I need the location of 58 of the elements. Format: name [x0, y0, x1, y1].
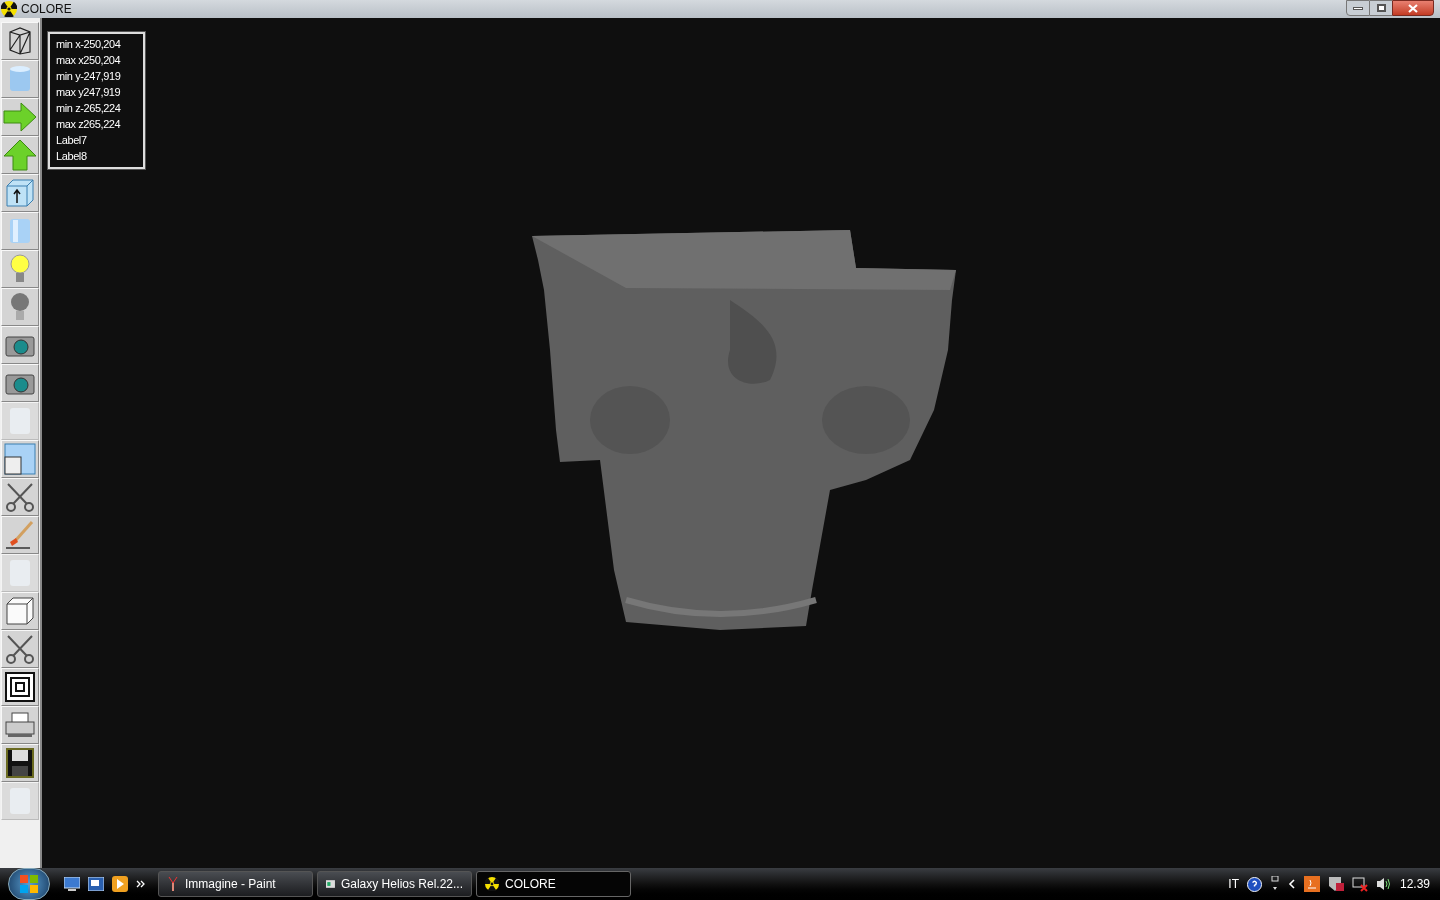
- chevron-left-icon[interactable]: [1287, 879, 1296, 889]
- network-error-icon[interactable]: [1351, 876, 1368, 892]
- window-resize-icon: [4, 443, 36, 475]
- toolbar-button[interactable]: [1, 326, 39, 364]
- cube-arrow-icon: [5, 178, 35, 208]
- camera-icon: [5, 333, 35, 357]
- lightbulb-icon: [9, 254, 31, 284]
- coordinate-label: min z-265,224: [56, 101, 122, 116]
- toolbar-button[interactable]: [1, 630, 39, 668]
- toolbar-button[interactable]: [1, 668, 39, 706]
- paintbrush-icon: [4, 520, 36, 550]
- taskbar-button[interactable]: Galaxy Helios Rel.22...: [317, 871, 472, 897]
- coordinate-label: Label8: [56, 149, 88, 164]
- window-icon: [326, 878, 335, 890]
- close-button[interactable]: [1392, 0, 1434, 16]
- cylinder-icon: [7, 216, 33, 246]
- camera-icon: [5, 371, 35, 395]
- window-title: COLORE: [21, 3, 72, 15]
- coordinate-label: max x250,204: [56, 53, 122, 68]
- nested-squares-icon: [5, 672, 35, 702]
- taskbar-button[interactable]: Immagine - Paint: [158, 871, 313, 897]
- scissors-icon: [5, 634, 35, 664]
- coordinate-label: max z265,224: [56, 117, 122, 132]
- taskbar-button[interactable]: COLORE: [476, 871, 631, 897]
- toolbar-button[interactable]: [1, 744, 39, 782]
- wireframe-cube-icon: [6, 26, 34, 56]
- radiation-icon: [1, 1, 17, 17]
- minimize-button[interactable]: [1346, 0, 1370, 16]
- toolbar-button[interactable]: [1, 22, 39, 60]
- radiation-icon: [485, 877, 499, 891]
- printer-icon: [5, 712, 35, 738]
- start-button[interactable]: [8, 868, 50, 900]
- right-arrow-icon: [3, 102, 37, 132]
- toolbar-button[interactable]: [1, 478, 39, 516]
- toolbar-button[interactable]: [1, 364, 39, 402]
- cube-icon: [5, 596, 35, 626]
- up-arrow-icon: [3, 139, 37, 171]
- lightbulb-icon: [9, 292, 31, 322]
- language-indicator[interactable]: IT: [1228, 875, 1239, 893]
- coordinate-label: Label7: [56, 133, 88, 148]
- desktop-icon[interactable]: [64, 877, 80, 891]
- coordinate-label: max y247,919: [56, 85, 122, 100]
- restore-button[interactable]: [1370, 0, 1392, 16]
- windows-icon[interactable]: [88, 877, 104, 891]
- clock[interactable]: 12.39: [1399, 875, 1430, 893]
- toolbar-button[interactable]: [1, 174, 39, 212]
- coordinate-label: min y-247,919: [56, 69, 122, 84]
- chevron-icon[interactable]: [136, 879, 146, 889]
- toolbar-button[interactable]: [1, 516, 39, 554]
- coordinate-label: min x-250,204: [56, 37, 122, 52]
- cylinder-icon: [7, 64, 33, 94]
- scissors-icon: [5, 482, 35, 512]
- help-icon[interactable]: [1246, 876, 1262, 892]
- close-icon: [1408, 3, 1418, 13]
- windows-logo-icon: [20, 875, 38, 893]
- windows-icon[interactable]: [1269, 876, 1280, 892]
- speaker-icon[interactable]: [1375, 876, 1392, 892]
- media-player-icon[interactable]: [112, 876, 128, 892]
